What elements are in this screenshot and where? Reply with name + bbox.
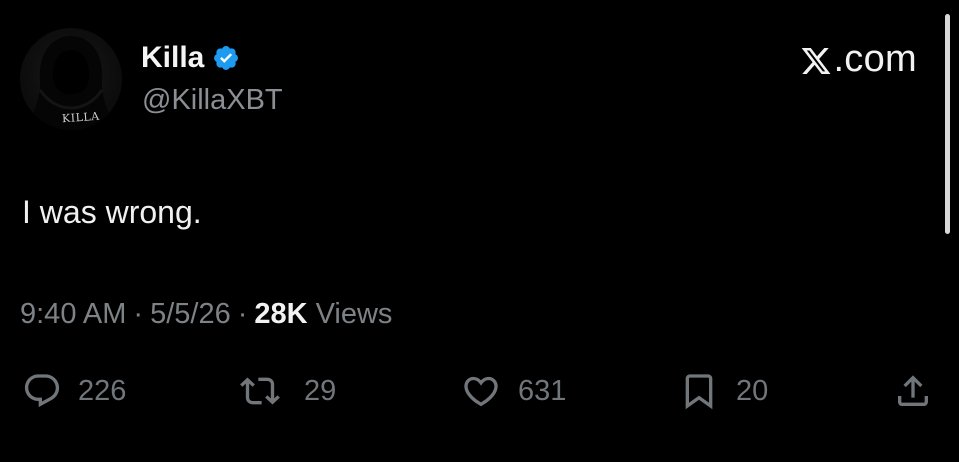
scrollbar[interactable] bbox=[945, 14, 950, 234]
bookmark-button[interactable]: 20 bbox=[676, 371, 768, 411]
share-icon bbox=[898, 375, 928, 406]
views-label: Views bbox=[315, 298, 393, 330]
views-count: 28K bbox=[254, 298, 308, 330]
user-handle[interactable]: @KillaXBT bbox=[142, 84, 283, 117]
site-label: .com bbox=[800, 38, 917, 81]
bookmark-count: 20 bbox=[736, 374, 769, 407]
tweet-date[interactable]: 5/5/26 bbox=[150, 298, 231, 331]
repost-count: 29 bbox=[304, 374, 337, 407]
like-button[interactable]: 631 bbox=[458, 371, 566, 411]
share-button[interactable] bbox=[890, 371, 936, 411]
repost-icon bbox=[240, 377, 280, 405]
bookmark-icon bbox=[685, 374, 713, 410]
repost-button[interactable]: 29 bbox=[230, 371, 336, 411]
meta-separator: · bbox=[133, 298, 144, 330]
tweet-text: I was wrong. bbox=[22, 194, 202, 230]
reply-button[interactable]: 226 bbox=[20, 371, 126, 411]
author-name-row: Killa bbox=[141, 38, 240, 78]
heart-icon bbox=[464, 376, 498, 407]
x-logo-icon bbox=[800, 44, 832, 76]
reply-count: 226 bbox=[78, 374, 127, 407]
site-domain: .com bbox=[833, 38, 917, 80]
reply-icon bbox=[24, 374, 60, 408]
avatar[interactable]: KILLA bbox=[20, 28, 122, 130]
verified-badge-icon bbox=[212, 44, 240, 72]
meta-separator: · bbox=[237, 298, 248, 330]
like-count: 631 bbox=[518, 374, 567, 407]
tweet-meta: 9:40 AM · 5/5/26 · 28K Views bbox=[20, 298, 392, 331]
avatar-text: KILLA bbox=[61, 109, 101, 126]
tweet-time[interactable]: 9:40 AM bbox=[20, 298, 126, 331]
display-name[interactable]: Killa bbox=[141, 41, 204, 75]
